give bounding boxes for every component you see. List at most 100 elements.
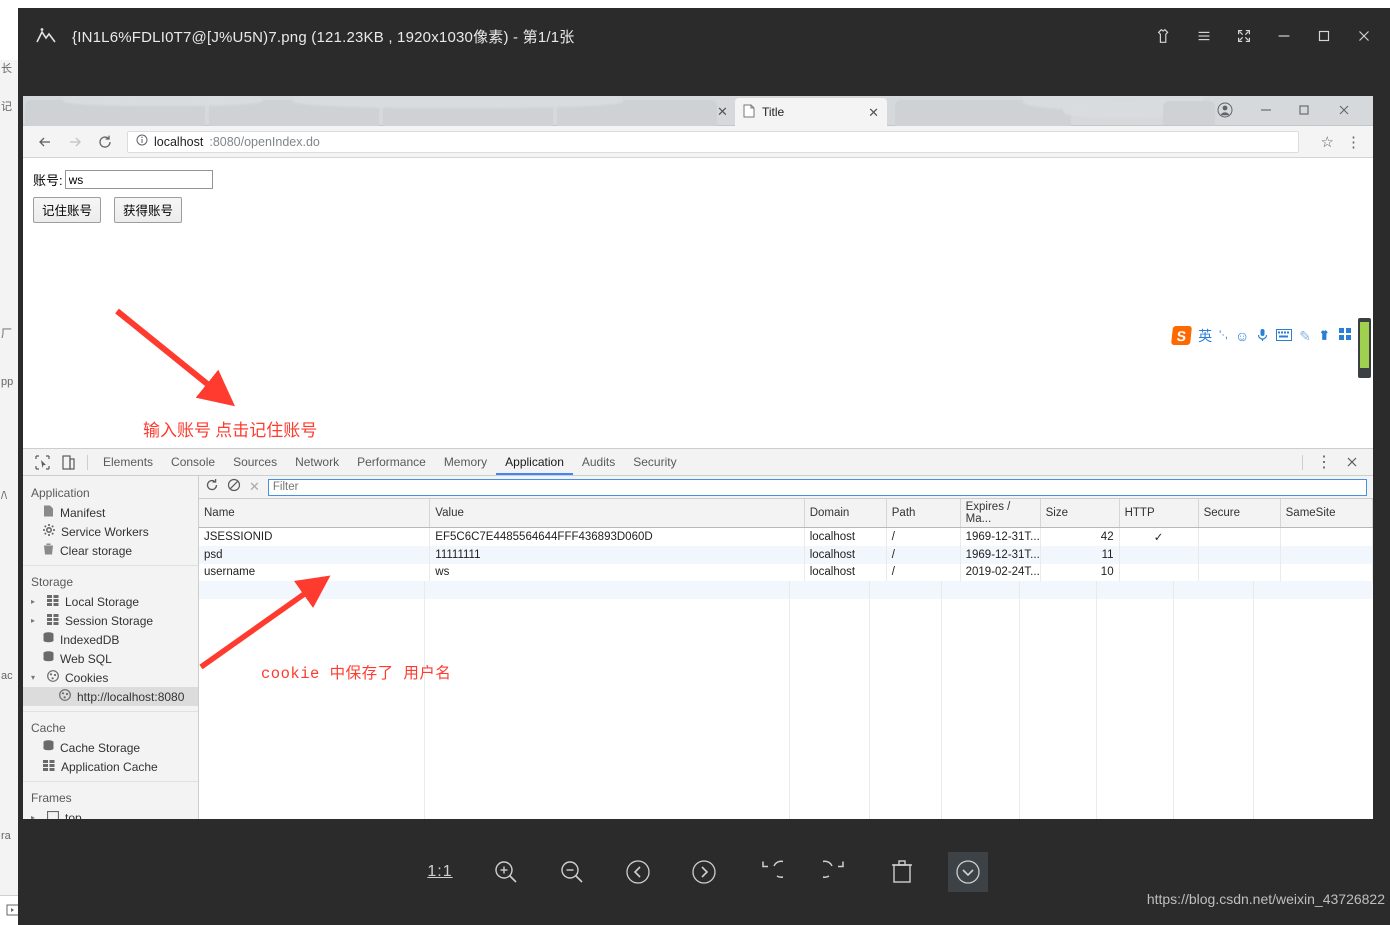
browser-tab-title[interactable]: Title ✕ <box>735 98 887 126</box>
tab-console[interactable]: Console <box>162 449 224 475</box>
remember-account-button[interactable]: 记住账号 <box>33 197 102 223</box>
col-http[interactable]: HTTP <box>1119 499 1199 528</box>
sidebar-item-session-storage[interactable]: ▸ Session Storage <box>23 611 198 630</box>
sidebar-item-application-cache[interactable]: Application Cache <box>23 757 198 776</box>
rotate-right-icon[interactable] <box>816 852 856 892</box>
skin-icon[interactable] <box>1144 18 1184 54</box>
get-account-button[interactable]: 获得账号 <box>114 197 183 223</box>
devtools-panel: Elements Console Sources Network Perform… <box>23 448 1373 823</box>
sidebar-item-service-workers[interactable]: Service Workers <box>23 522 198 541</box>
sidebar-group-cache: Cache <box>31 721 66 735</box>
browser-menu-icon[interactable]: ⋮ <box>1346 133 1361 151</box>
ghost-label: /\ <box>1 490 8 502</box>
reload-icon[interactable] <box>97 134 113 150</box>
ime-handwriting-icon[interactable]: ✎ <box>1299 329 1311 343</box>
expand-icon[interactable] <box>948 852 988 892</box>
col-value[interactable]: Value <box>429 499 805 528</box>
sidebar-item-web-sql[interactable]: Web SQL <box>23 649 198 668</box>
browser-minimize-icon[interactable] <box>1259 103 1273 122</box>
tab-performance[interactable]: Performance <box>348 449 435 475</box>
clear-all-cookies-icon[interactable] <box>227 478 241 497</box>
forward-icon[interactable] <box>67 134 83 150</box>
tab-application[interactable]: Application <box>496 449 573 475</box>
sidebar-item-indexeddb[interactable]: IndexedDB <box>23 630 198 649</box>
next-image-icon[interactable] <box>684 852 724 892</box>
sidebar-item-cookie-origin[interactable]: http://localhost:8080 <box>23 687 198 706</box>
zoom-out-icon[interactable] <box>552 852 592 892</box>
table-row[interactable]: username ws localhost / 2019-02-24T... 1… <box>199 563 1373 581</box>
delete-icon[interactable] <box>882 852 922 892</box>
ime-voice-icon[interactable] <box>1256 328 1269 344</box>
cell-samesite <box>1280 546 1373 564</box>
sidebar-item-local-storage[interactable]: ▸ Local Storage <box>23 592 198 611</box>
cookie-filter-input[interactable] <box>267 478 1367 496</box>
sidebar-label: Local Storage <box>65 594 140 609</box>
ime-toolbox-icon[interactable] <box>1339 328 1352 343</box>
cell-http <box>1119 563 1199 581</box>
address-bar[interactable]: localhost:8080/openIndex.do <box>127 130 1299 153</box>
previous-image-icon[interactable] <box>618 852 658 892</box>
tab-network[interactable]: Network <box>286 449 348 475</box>
close-icon[interactable] <box>1344 18 1384 54</box>
sidebar-item-manifest[interactable]: Manifest <box>23 503 198 522</box>
device-toolbar-icon[interactable] <box>55 450 81 474</box>
chevron-down-icon[interactable]: ▾ <box>31 673 39 682</box>
tab-security[interactable]: Security <box>624 449 685 475</box>
account-label: 账号: <box>33 173 63 188</box>
col-size[interactable]: Size <box>1040 499 1120 528</box>
cell-secure <box>1198 546 1281 564</box>
bookmark-star-icon[interactable]: ☆ <box>1321 133 1334 151</box>
col-path[interactable]: Path <box>886 499 961 528</box>
sidebar-item-cookies[interactable]: ▾ Cookies <box>23 668 198 687</box>
cell-value: ws <box>429 563 805 581</box>
table-row[interactable]: JSESSIONID EF5C6C7E4485564644FFF436893D0… <box>199 527 1373 546</box>
cell-path: / <box>886 527 961 546</box>
browser-maximize-icon[interactable] <box>1297 103 1311 122</box>
fullscreen-icon[interactable] <box>1224 18 1264 54</box>
tab-close-icon[interactable]: ✕ <box>868 106 879 119</box>
ghost-tab-close-icon[interactable]: ✕ <box>717 104 728 120</box>
sidebar-item-cache-storage[interactable]: Cache Storage <box>23 738 198 757</box>
tab-memory[interactable]: Memory <box>435 449 496 475</box>
sidebar-group-storage: Storage <box>31 575 74 589</box>
menu-icon[interactable] <box>1184 18 1224 54</box>
ime-skin-icon[interactable] <box>1318 328 1332 344</box>
table-row[interactable]: psd 11111111 localhost / 1969-12-31T... … <box>199 546 1373 564</box>
annotation-text-1: 输入账号 点击记住账号 <box>143 421 318 440</box>
col-name[interactable]: Name <box>199 499 431 528</box>
sogou-logo-icon: S <box>1171 326 1193 345</box>
account-input[interactable] <box>64 170 213 189</box>
cookie-icon <box>47 670 59 685</box>
chevron-right-icon[interactable]: ▸ <box>31 597 39 606</box>
col-domain[interactable]: Domain <box>804 499 887 528</box>
close-devtools-icon[interactable] <box>1339 450 1365 474</box>
back-icon[interactable] <box>37 134 53 150</box>
col-samesite[interactable]: SameSite <box>1280 499 1373 528</box>
more-options-icon[interactable]: ⋮ <box>1311 450 1337 474</box>
browser-close-icon[interactable] <box>1337 103 1351 122</box>
tab-sources[interactable]: Sources <box>224 449 286 475</box>
ghost-label: 厂 <box>1 328 12 340</box>
col-secure[interactable]: Secure <box>1198 499 1281 528</box>
cell-path: / <box>886 563 961 581</box>
tab-elements[interactable]: Elements <box>94 449 162 475</box>
rotate-left-icon[interactable] <box>750 852 790 892</box>
maximize-icon[interactable] <box>1304 18 1344 54</box>
profile-icon[interactable] <box>1217 102 1233 123</box>
sidebar-item-clear-storage[interactable]: Clear storage <box>23 541 198 560</box>
tab-audits[interactable]: Audits <box>573 449 624 475</box>
site-info-icon[interactable] <box>136 134 148 149</box>
actual-size-button[interactable]: 1:1 <box>420 852 460 892</box>
ime-mode-icon[interactable]: 英 <box>1198 329 1212 343</box>
zoom-in-icon[interactable] <box>486 852 526 892</box>
ime-punctuation-icon[interactable]: '·, <box>1219 330 1228 341</box>
sogou-ime-toolbar[interactable]: S 英 '·, ☺ ✎ <box>1169 324 1355 347</box>
minimize-icon[interactable] <box>1264 18 1304 54</box>
col-expires[interactable]: Expires / Ma... <box>960 499 1041 528</box>
chevron-right-icon[interactable]: ▸ <box>31 616 39 625</box>
refresh-icon[interactable] <box>205 478 219 497</box>
ime-keyboard-icon[interactable] <box>1276 328 1293 343</box>
delete-cookie-icon[interactable]: ✕ <box>249 479 260 495</box>
ime-emoji-icon[interactable]: ☺ <box>1235 329 1249 343</box>
inspect-element-icon[interactable] <box>29 450 55 474</box>
